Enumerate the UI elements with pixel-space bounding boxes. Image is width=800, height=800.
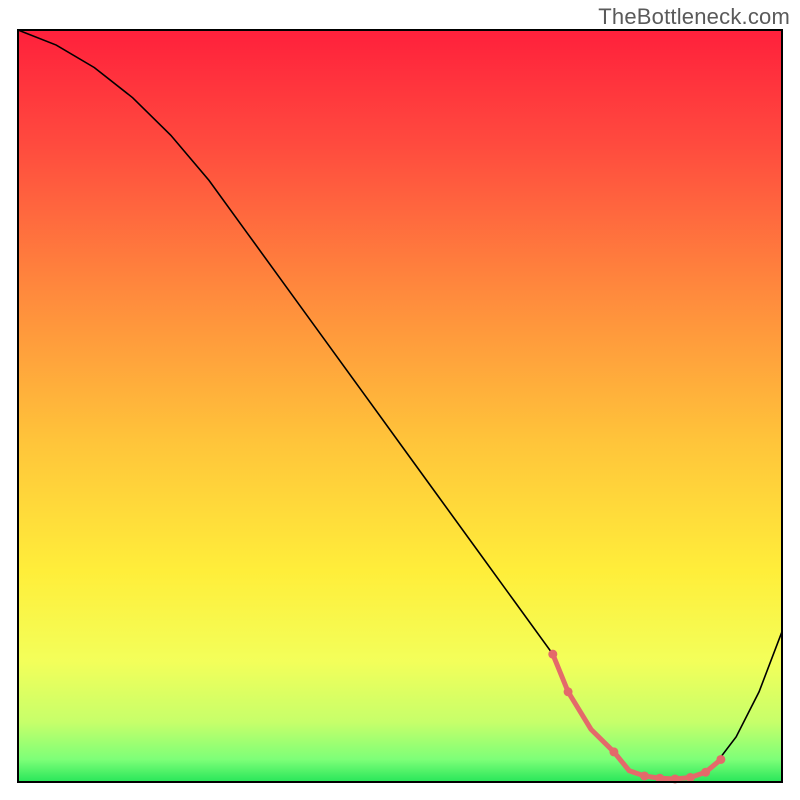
bottleneck-chart [0,0,800,800]
highlight-dot [564,687,573,696]
highlight-dot [609,747,618,756]
highlight-dot [716,755,725,764]
highlight-dot [640,771,649,780]
highlight-dot [701,768,710,777]
gradient-background [18,30,782,782]
chart-canvas: TheBottleneck.com [0,0,800,800]
highlight-dot [686,773,695,782]
highlight-dot [548,650,557,659]
